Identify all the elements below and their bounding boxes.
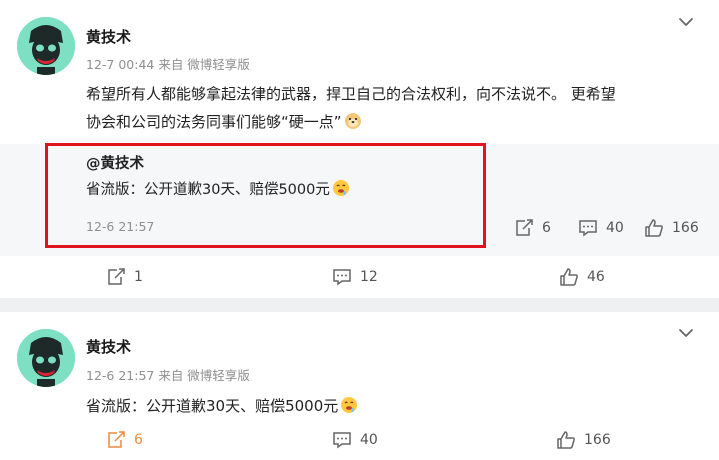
username[interactable]: 黄技术	[86, 26, 131, 47]
post-card: 黄技术 12-6 21:57 来自 微博轻享版 省流版：公开道歉30天、赔偿50…	[0, 312, 719, 460]
username[interactable]: 黄技术	[86, 336, 131, 357]
repost-button[interactable]: 1	[106, 268, 143, 286]
post-meta: 12-6 21:57 来自 微博轻享版	[86, 368, 250, 383]
thumbs-up-icon	[557, 431, 575, 449]
repost-count: 6	[134, 432, 143, 448]
comment-count: 40	[360, 432, 378, 448]
like-count-button[interactable]: 166	[644, 219, 699, 237]
avatar[interactable]	[17, 329, 75, 387]
like-count: 166	[584, 432, 611, 448]
repost-count: 1	[134, 269, 143, 285]
like-button[interactable]: 46	[559, 268, 605, 286]
comment-icon	[333, 269, 351, 286]
chevron-down-icon[interactable]	[677, 324, 695, 342]
thumbs-up-icon	[560, 268, 578, 286]
comment-button[interactable]: 40	[332, 431, 378, 449]
comment-icon	[579, 220, 597, 237]
repost-icon	[108, 431, 125, 448]
repost-count: 6	[542, 220, 551, 236]
post-text-line: 希望所有人都能够拿起法律的武器，捍卫自己的合法权利，向不法说不。 更希望	[86, 85, 616, 103]
comment-count: 12	[360, 269, 378, 285]
like-button[interactable]: 166	[556, 431, 611, 449]
comment-count-button[interactable]: 40	[578, 219, 624, 237]
repost-icon	[516, 219, 533, 236]
chevron-down-icon[interactable]	[677, 13, 695, 31]
highlight-annotation	[45, 143, 486, 248]
post-text: 省流版：公开道歉30天、赔偿5000元	[86, 392, 358, 420]
post-meta: 12-7 00:44 来自 微博轻享版	[86, 57, 250, 72]
post-card: 黄技术 12-7 00:44 来自 微博轻享版 希望所有人都能够拿起法律的武器，…	[0, 0, 719, 298]
post-text-line-2: 协会和公司的法务同事们能够“硬一点”	[86, 113, 342, 131]
comment-icon	[333, 432, 351, 449]
like-count: 166	[672, 220, 699, 236]
doge-emoji-icon	[344, 113, 361, 129]
comment-button[interactable]: 12	[332, 268, 378, 286]
comment-count: 40	[606, 220, 624, 236]
repost-count-button[interactable]: 6	[514, 219, 551, 237]
post-text: 希望所有人都能够拿起法律的武器，捍卫自己的合法权利，向不法说不。 更希望 协会和…	[86, 80, 706, 136]
avatar[interactable]	[17, 17, 75, 75]
drool-emoji-icon	[341, 397, 358, 413]
thumbs-up-icon	[645, 219, 663, 237]
post-text-content: 省流版：公开道歉30天、赔偿5000元	[86, 397, 339, 415]
repost-button[interactable]: 6	[106, 431, 143, 449]
repost-icon	[108, 268, 125, 285]
post-text-line: 协会和公司的法务同事们能够“硬一点”	[86, 108, 706, 136]
like-count: 46	[587, 269, 605, 285]
